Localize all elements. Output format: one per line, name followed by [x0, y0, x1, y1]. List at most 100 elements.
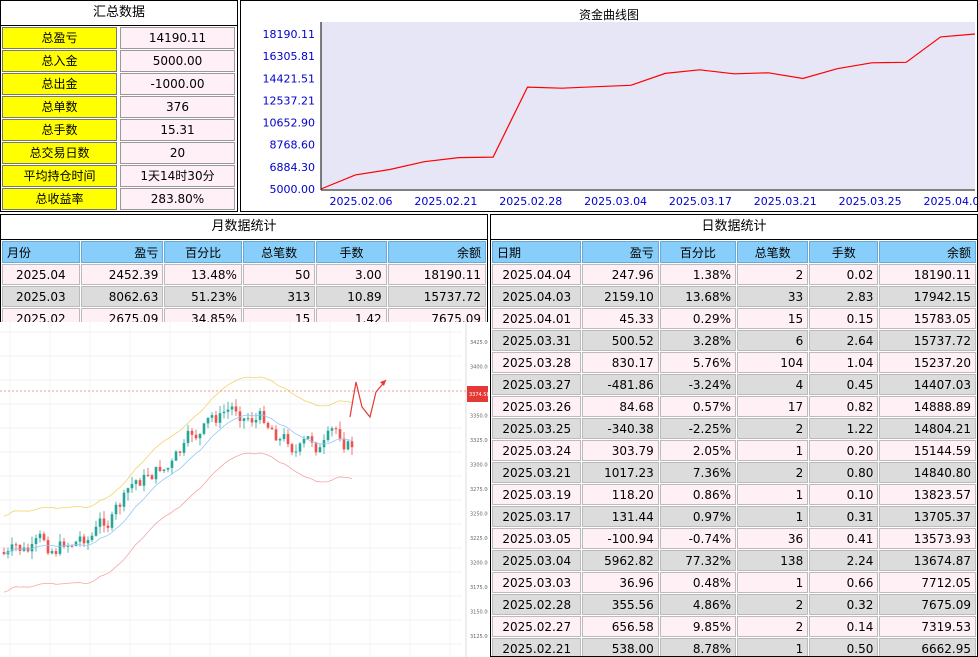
table-cell: 0.82	[809, 396, 879, 417]
x-tick-label: 2025.03.17	[669, 195, 732, 208]
table-cell: 18190.11	[879, 264, 976, 285]
table-cell: 50	[242, 264, 316, 285]
svg-text:3200.00: 3200.00	[470, 561, 488, 567]
table-cell: 656.58	[582, 616, 659, 637]
y-tick-label: 5000.00	[270, 183, 316, 196]
table-row[interactable]: 2025.03.17 131.44 0.97% 1 0.31 13705.37	[492, 506, 976, 527]
table-cell: 17	[737, 396, 809, 417]
table-cell: 0.86%	[659, 484, 737, 505]
table-cell: 2025.03.19	[492, 484, 582, 505]
table-row[interactable]: 2025.02.21 538.00 8.78% 1 0.50 6662.95	[492, 638, 976, 656]
summary-value: 15.31	[120, 119, 235, 141]
column-header[interactable]: 日期	[492, 241, 582, 263]
summary-value: 20	[120, 142, 235, 164]
table-cell: 0.20	[809, 440, 879, 461]
table-cell: 2025.03.26	[492, 396, 582, 417]
table-cell: 2025.02.28	[492, 594, 582, 615]
table-row[interactable]: 2025.03.25 -340.38 -2.25% 2 1.22 14804.21	[492, 418, 976, 439]
summary-title: 汇总数据	[1, 1, 237, 26]
table-cell: 0.32	[809, 594, 879, 615]
table-row[interactable]: 2025.03.31 500.52 3.28% 6 2.64 15737.72	[492, 330, 976, 351]
table-cell: 313	[242, 286, 316, 307]
plot-area	[321, 22, 975, 189]
table-row[interactable]: 2025.03.04 5962.82 77.32% 138 2.24 13674.87	[492, 550, 976, 571]
summary-label: 总单数	[2, 96, 117, 118]
summary-row: 总盈亏 14190.11	[2, 27, 237, 49]
x-tick-label: 2025.02.28	[499, 195, 562, 208]
table-cell: 15	[737, 308, 809, 329]
table-cell: 13823.57	[879, 484, 976, 505]
summary-rows: 总盈亏 14190.11 总入金 5000.00 总出金 -1000.00 总单数 376 总手…	[1, 27, 237, 210]
summary-label: 总收益率	[2, 188, 117, 210]
x-tick-label: 2025.04.04	[924, 195, 977, 208]
column-header[interactable]: 盈亏	[582, 241, 659, 263]
table-row[interactable]: 2025.03.05 -100.94 -0.74% 36 0.41 13573.93	[492, 528, 976, 549]
table-row[interactable]: 2025.02.27 656.58 9.85% 2 0.14 7319.53	[492, 616, 976, 637]
table-row[interactable]: 2025.02.28 355.56 4.86% 2 0.32 7675.09	[492, 594, 976, 615]
summary-label: 总入金	[2, 50, 117, 72]
table-cell: 7319.53	[879, 616, 976, 637]
daily-table: 日期 盈亏 百分比 总笔数 手数 余额 2025.04.04 247.96 1.38% 2 0.0…	[491, 240, 977, 656]
svg-text:3400.00: 3400.00	[470, 365, 488, 371]
table-row[interactable]: 2025.03.28 830.17 5.76% 104 1.04 15237.20	[492, 352, 976, 373]
summary-label: 总手数	[2, 119, 117, 141]
table-row[interactable]: 2025.03.27 -481.86 -3.24% 4 0.45 14407.03	[492, 374, 976, 395]
table-cell: 0.02	[809, 264, 879, 285]
column-header[interactable]: 余额	[879, 241, 976, 263]
summary-value: 283.80%	[120, 188, 235, 210]
table-row[interactable]: 2025.03.26 84.68 0.57% 17 0.82 14888.89	[492, 396, 976, 417]
table-row[interactable]: 2025.04 2452.39 13.48% 50 3.00 18190.11	[2, 264, 486, 285]
table-cell: 0.10	[809, 484, 879, 505]
table-cell: 0.57%	[659, 396, 737, 417]
table-row[interactable]: 2025.04.01 45.33 0.29% 15 0.15 15783.05	[492, 308, 976, 329]
column-header[interactable]: 手数	[316, 241, 387, 263]
table-cell: 6662.95	[879, 638, 976, 656]
column-header[interactable]: 百分比	[659, 241, 737, 263]
equity-chart-panel: 资金曲线图 18190.11 16305.81 14421.51 12537.21 106…	[240, 0, 978, 212]
table-cell: -3.24%	[659, 374, 737, 395]
table-cell: 104	[737, 352, 809, 373]
summary-value: 5000.00	[120, 50, 235, 72]
summary-value: -1000.00	[120, 73, 235, 95]
column-header[interactable]: 手数	[809, 241, 879, 263]
table-cell: 2452.39	[80, 264, 164, 285]
y-tick-label: 12537.21	[263, 94, 316, 107]
table-cell: 2025.04	[2, 264, 80, 285]
table-cell: 0.41	[809, 528, 879, 549]
table-cell: 13674.87	[879, 550, 976, 571]
summary-label: 总盈亏	[2, 27, 117, 49]
column-header[interactable]: 总笔数	[242, 241, 316, 263]
table-cell: 1	[737, 440, 809, 461]
table-row[interactable]: 2025.03.03 36.96 0.48% 1 0.66 7712.05	[492, 572, 976, 593]
table-row[interactable]: 2025.03.19 118.20 0.86% 1 0.10 13823.57	[492, 484, 976, 505]
table-cell: 2025.02.27	[492, 616, 582, 637]
column-header[interactable]: 余额	[387, 241, 486, 263]
table-cell: 355.56	[582, 594, 659, 615]
column-header[interactable]: 盈亏	[80, 241, 164, 263]
table-cell: 2	[737, 418, 809, 439]
table-cell: 2025.03.27	[492, 374, 582, 395]
table-cell: 13.48%	[164, 264, 242, 285]
table-cell: 2.24	[809, 550, 879, 571]
table-cell: 15144.59	[879, 440, 976, 461]
table-cell: 0.50	[809, 638, 879, 656]
table-row[interactable]: 2025.03.24 303.79 2.05% 1 0.20 15144.59	[492, 440, 976, 461]
table-row[interactable]: 2025.04.04 247.96 1.38% 2 0.02 18190.11	[492, 264, 976, 285]
table-cell: 3.28%	[659, 330, 737, 351]
table-row[interactable]: 2025.04.03 2159.10 13.68% 33 2.83 17942.15	[492, 286, 976, 307]
table-cell: 0.48%	[659, 572, 737, 593]
table-cell: 2025.03.24	[492, 440, 582, 461]
table-row[interactable]: 2025.03.21 1017.23 7.36% 2 0.80 14840.80	[492, 462, 976, 483]
summary-value: 14190.11	[120, 27, 235, 49]
column-header[interactable]: 总笔数	[737, 241, 809, 263]
table-cell: 2	[737, 462, 809, 483]
table-cell: 2	[737, 264, 809, 285]
table-row[interactable]: 2025.03 8062.63 51.23% 313 10.89 15737.72	[2, 286, 486, 307]
column-header[interactable]: 月份	[2, 241, 80, 263]
table-cell: 15783.05	[879, 308, 976, 329]
table-cell: 15737.72	[879, 330, 976, 351]
table-cell: 2.05%	[659, 440, 737, 461]
svg-text:3250.00: 3250.00	[470, 512, 488, 518]
candles	[2, 399, 354, 560]
column-header[interactable]: 百分比	[164, 241, 242, 263]
